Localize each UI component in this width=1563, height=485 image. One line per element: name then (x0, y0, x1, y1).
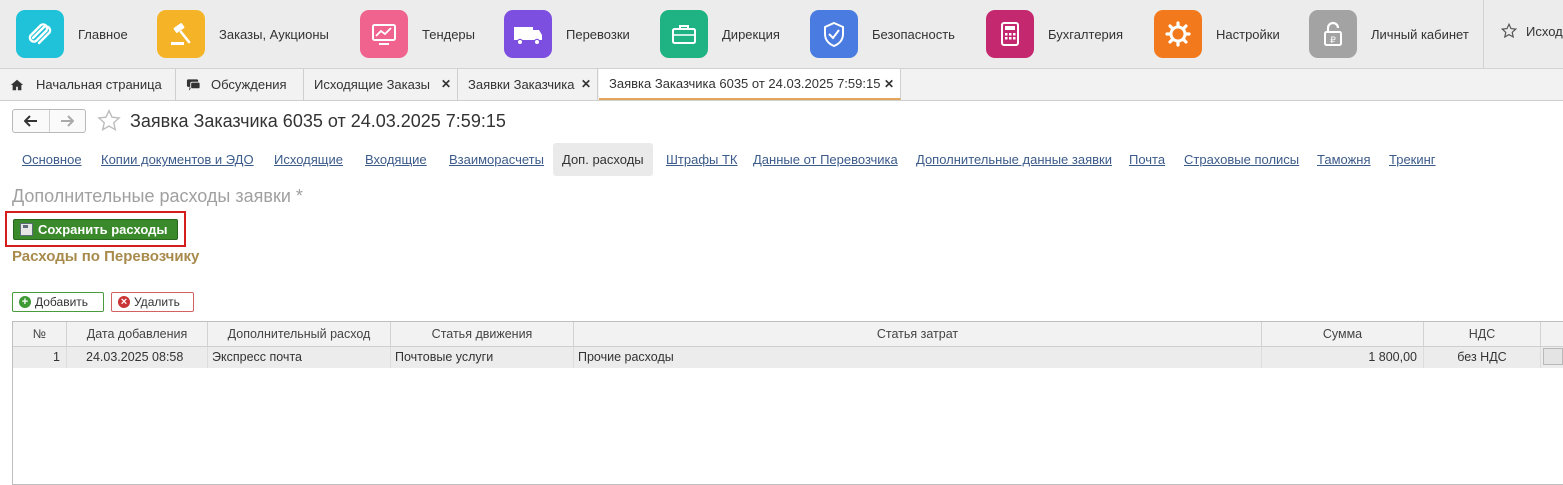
expenses-table: № Дата добавления Дополнительный расход … (12, 321, 1563, 485)
close-icon[interactable]: ✕ (884, 77, 894, 91)
section-directorate[interactable]: Дирекция (660, 10, 780, 58)
group-title: Расходы по Перевозчику (12, 248, 200, 265)
star-icon (97, 109, 121, 132)
subtab-customs[interactable]: Таможня (1317, 152, 1371, 167)
column-header[interactable]: НДС (1424, 322, 1541, 346)
section-security[interactable]: Безопасность (810, 10, 955, 58)
back-button[interactable] (13, 110, 50, 132)
truck-icon (504, 10, 552, 58)
cell-amount: 1 800,00 (1262, 347, 1424, 368)
section-label: Дирекция (722, 26, 780, 42)
cell-cost-item: Прочие расходы (574, 347, 1262, 368)
tab-outgoing-orders[interactable]: Исходящие Заказы ✕ (304, 69, 458, 100)
section-accounting[interactable]: Бухгалтерия (986, 10, 1123, 58)
star-icon (1500, 22, 1518, 39)
close-icon[interactable]: ✕ (441, 77, 451, 91)
delete-button[interactable]: × Удалить (111, 292, 194, 312)
subtab-mail[interactable]: Почта (1129, 152, 1165, 167)
section-label: Главное (78, 26, 128, 42)
section-label: Безопасность (872, 26, 955, 42)
section-label: Настройки (1216, 26, 1280, 42)
add-button[interactable]: + Добавить (12, 292, 104, 312)
favorites-label: Исходящие Заказы (1526, 23, 1563, 39)
arrow-right-icon (61, 115, 75, 127)
divider (1483, 0, 1484, 68)
section-label: Заказы, Аукционы (219, 26, 329, 42)
tab-request-6035[interactable]: Заявка Заказчика 6035 от 24.03.2025 7:59… (599, 69, 901, 100)
subtab-tracking[interactable]: Трекинг (1389, 152, 1436, 167)
tab-label: Заявка Заказчика 6035 от 24.03.2025 7:59… (609, 76, 881, 91)
chat-icon (186, 78, 201, 91)
close-icon[interactable]: ✕ (581, 77, 591, 91)
tab-customer-requests[interactable]: Заявки Заказчика ✕ (458, 69, 598, 100)
tab-label: Заявки Заказчика (468, 77, 575, 92)
tab-label: Начальная страница (36, 77, 162, 92)
section-main[interactable]: Главное (16, 10, 128, 58)
add-to-favorites-button[interactable] (96, 108, 122, 137)
forward-button[interactable] (50, 110, 86, 132)
svg-text:₽: ₽ (1330, 36, 1336, 46)
row-checkbox[interactable] (1543, 348, 1563, 365)
logo-icon (16, 10, 64, 58)
subtab-settlements[interactable]: Взаиморасчеты (449, 152, 544, 167)
shield-check-icon (810, 10, 858, 58)
subtab-incoming[interactable]: Входящие (365, 152, 427, 167)
tab-home[interactable]: Начальная страница (0, 69, 176, 100)
favorites-section[interactable]: Исходящие Заказы (1500, 22, 1563, 40)
section-label: Бухгалтерия (1048, 26, 1124, 42)
subtab-penalties[interactable]: Штрафы ТК (666, 152, 738, 167)
column-header[interactable]: № (13, 322, 67, 346)
tab-label: Исходящие Заказы (314, 77, 431, 92)
history-nav (12, 109, 86, 133)
section-orders[interactable]: Заказы, Аукционы (157, 10, 329, 58)
table-row[interactable]: 1 24.03.2025 08:58 Экспресс почта Почтов… (13, 347, 1563, 368)
calculator-icon (986, 10, 1034, 58)
sections-panel: Главное Заказы, Аукционы Тендеры Перевоз… (0, 0, 1563, 69)
button-label: Удалить (134, 295, 180, 309)
section-label: Тендеры (422, 26, 476, 42)
column-header[interactable]: Сумма (1262, 322, 1424, 346)
section-label: Личный кабинет (1371, 26, 1469, 42)
gear-icon (1154, 10, 1202, 58)
cell-number: 1 (13, 347, 67, 368)
delete-x-icon: × (118, 296, 130, 308)
column-header[interactable]: Статья движения (391, 322, 574, 346)
briefcase-icon (660, 10, 708, 58)
button-label: Добавить (35, 295, 89, 309)
subtab-extra-expenses[interactable]: Доп. расходы (553, 143, 653, 176)
cell-expense: Экспресс почта (208, 347, 391, 368)
section-label: Перевозки (566, 26, 630, 42)
auction-gavel-icon (157, 10, 205, 58)
tab-discussions[interactable]: Обсуждения (176, 69, 304, 100)
subtab-carrier-data[interactable]: Данные от Перевозчика (753, 152, 898, 167)
tab-label: Обсуждения (211, 77, 287, 92)
section-settings[interactable]: Настройки (1154, 10, 1280, 58)
section-transport[interactable]: Перевозки (504, 10, 630, 58)
save-expenses-button[interactable]: Сохранить расходы (13, 219, 178, 240)
section-cabinet[interactable]: ₽ Личный кабинет (1309, 10, 1469, 58)
cell-movement-item: Почтовые услуги (391, 347, 574, 368)
column-header[interactable]: Статья затрат (574, 322, 1262, 346)
column-header[interactable]: Дата добавления (67, 322, 208, 346)
subtab-additional-data[interactable]: Дополнительные данные заявки (916, 152, 1112, 167)
home-icon (10, 79, 24, 90)
column-header[interactable]: Дополнительный расход (208, 322, 391, 346)
subtab-documents-edo[interactable]: Копии документов и ЭДО (101, 152, 254, 167)
arrow-left-icon (23, 115, 37, 127)
plus-icon: + (19, 296, 31, 308)
subtab-outgoing[interactable]: Исходящие (274, 152, 343, 167)
section-title: Дополнительные расходы заявки * (12, 186, 303, 206)
cell-date: 24.03.2025 08:58 (67, 347, 208, 368)
cell-vat: без НДС (1424, 347, 1541, 368)
page-title: Заявка Заказчика 6035 от 24.03.2025 7:59… (130, 111, 506, 131)
subtab-insurance[interactable]: Страховые полисы (1184, 152, 1299, 167)
table-header: № Дата добавления Дополнительный расход … (13, 322, 1563, 347)
padlock-ruble-icon: ₽ (1309, 10, 1357, 58)
chart-monitor-icon (360, 10, 408, 58)
subtab-main[interactable]: Основное (22, 152, 82, 167)
open-tabs-bar: Начальная страница Обсуждения Исходящие … (0, 69, 1563, 101)
floppy-disk-icon (20, 223, 33, 236)
section-tenders[interactable]: Тендеры (360, 10, 475, 58)
button-label: Сохранить расходы (38, 222, 168, 237)
